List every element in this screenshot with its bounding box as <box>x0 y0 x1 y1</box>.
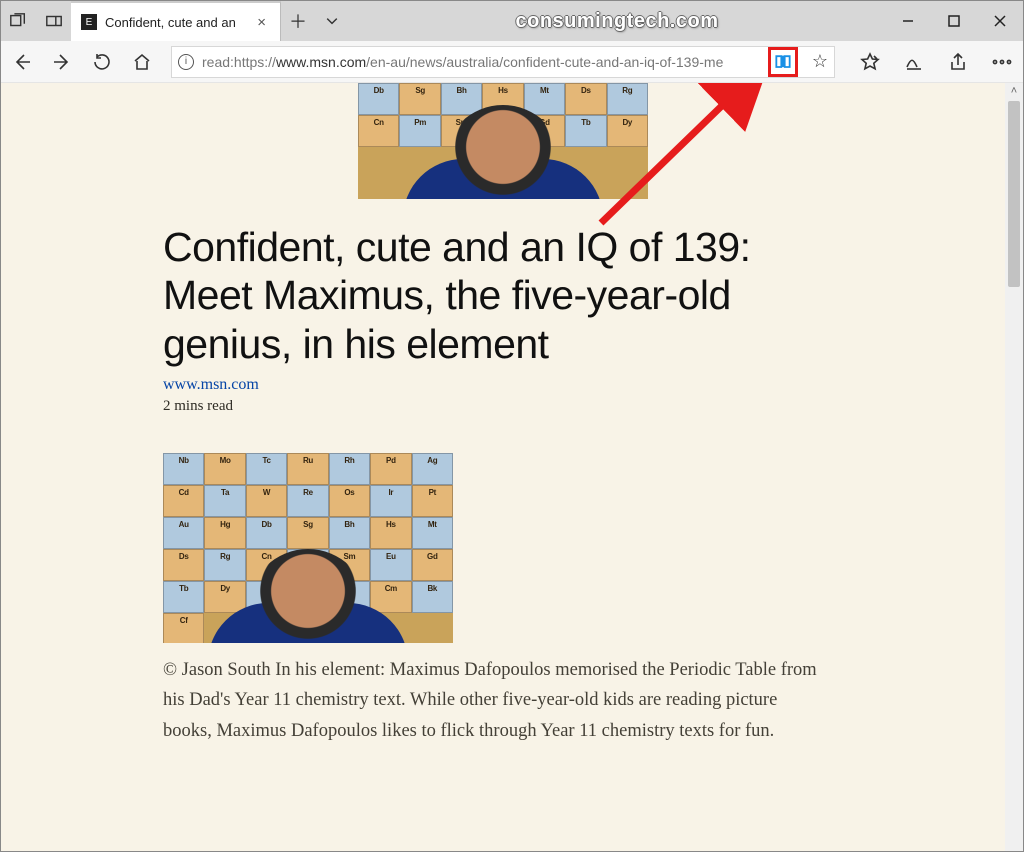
reading-view-button[interactable] <box>768 47 798 77</box>
tab-favicon: E <box>81 14 97 30</box>
share-icon[interactable] <box>947 51 969 73</box>
tab-aside-icon[interactable] <box>43 10 65 32</box>
close-window-button[interactable] <box>977 1 1023 41</box>
vertical-scrollbar[interactable]: ˄ <box>1005 83 1023 851</box>
article-source-link[interactable]: www.msn.com <box>163 376 843 394</box>
back-button[interactable] <box>11 51 33 73</box>
favorites-panel-icon[interactable] <box>859 51 881 73</box>
site-info-icon[interactable]: i <box>178 54 194 70</box>
maximize-button[interactable] <box>931 1 977 41</box>
window-titlebar: E Confident, cute and an × ＋ consumingte… <box>1 1 1023 41</box>
title-center: consumingtech.com <box>349 1 885 41</box>
article-read-time: 2 mins read <box>163 398 843 415</box>
window-controls <box>885 1 1023 41</box>
refresh-button[interactable] <box>91 51 113 73</box>
close-tab-icon[interactable]: × <box>253 14 270 31</box>
browser-tab[interactable]: E Confident, cute and an × <box>71 1 281 41</box>
favorite-star-icon[interactable]: ☆ <box>806 51 828 72</box>
tabs-dropdown-icon[interactable] <box>315 1 349 41</box>
url-input[interactable]: i read:https://www.msn.com/en-au/news/au… <box>171 46 835 78</box>
address-bar-row: i read:https://www.msn.com/en-au/news/au… <box>1 41 1023 83</box>
url-text: read:https://www.msn.com/en-au/news/aust… <box>202 54 758 70</box>
article: DbSgBhHsMtDsRgCnPmSmEuGdTbDy Confident, … <box>163 83 843 786</box>
article-body-image: NbMoTcRuRhPdAgCdTaWReOsIrPtAuHgDbSgBhHsM… <box>163 453 453 643</box>
tab-group-icon[interactable] <box>7 10 29 32</box>
tab-preview-controls <box>1 1 71 41</box>
tab-title: Confident, cute and an <box>105 15 253 30</box>
reader-view-content: DbSgBhHsMtDsRgCnPmSmEuGdTbDy Confident, … <box>1 83 1005 851</box>
scrollbar-thumb[interactable] <box>1008 101 1020 287</box>
screenshot-watermark: consumingtech.com <box>516 10 719 33</box>
article-hero-image: DbSgBhHsMtDsRgCnPmSmEuGdTbDy <box>358 83 648 199</box>
scroll-up-icon[interactable]: ˄ <box>1005 85 1023 97</box>
home-button[interactable] <box>131 51 153 73</box>
forward-button[interactable] <box>51 51 73 73</box>
new-tab-button[interactable]: ＋ <box>281 1 315 41</box>
article-image-caption: © Jason South In his element: Maximus Da… <box>163 655 823 746</box>
notes-icon[interactable] <box>903 51 925 73</box>
toolbar-right <box>853 51 1013 73</box>
page-viewport: DbSgBhHsMtDsRgCnPmSmEuGdTbDy Confident, … <box>1 83 1023 851</box>
tab-actions: ＋ <box>281 1 349 41</box>
settings-more-icon[interactable] <box>991 51 1013 73</box>
minimize-button[interactable] <box>885 1 931 41</box>
article-headline: Confident, cute and an IQ of 139: Meet M… <box>163 223 843 368</box>
